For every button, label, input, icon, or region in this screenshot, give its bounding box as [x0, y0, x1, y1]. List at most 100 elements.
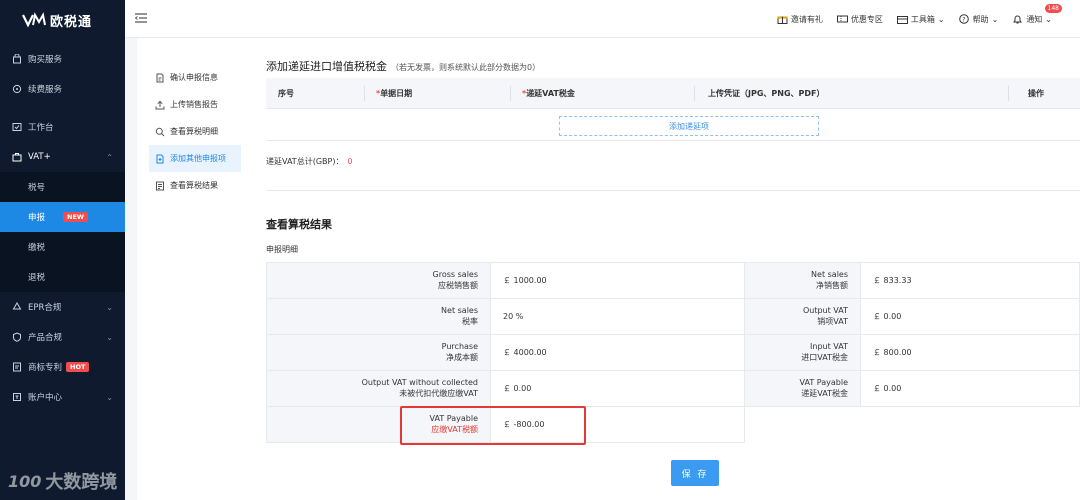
watermark-logo: 100: [8, 471, 42, 491]
chevron-down-icon: ⌄: [1045, 14, 1052, 24]
step-tax-detail[interactable]: 查看算税明细: [149, 118, 241, 145]
col-ops: 操作: [1028, 89, 1044, 98]
sidebar-item-declare[interactable]: 申报 NEW: [0, 202, 125, 232]
sidebar-item-label: 商标专利: [28, 363, 63, 373]
deferred-total: 递延VAT总计(GBP)： 0: [266, 156, 353, 167]
step-upload-report[interactable]: 上传销售报告: [149, 91, 241, 118]
deferred-total-value: 0: [347, 157, 353, 166]
step-label: 查看算税明细: [170, 127, 218, 136]
sidebar-item-renew[interactable]: 续费服务: [0, 74, 125, 104]
result-value-output-vat: ￡ 0.00: [860, 298, 1080, 335]
watermark-text: 大数跨境: [45, 472, 118, 493]
sidebar-item-epr[interactable]: EPR合规 ⌄: [0, 292, 125, 322]
label-en: Net sales: [441, 305, 478, 315]
step-confirm-info[interactable]: 确认申报信息: [149, 64, 241, 91]
chevron-down-icon: ⌄: [106, 332, 113, 342]
result-value-output-vat-uncollected: ￡ 0.00: [490, 370, 745, 407]
chevron-down-icon: ⌄: [106, 392, 113, 402]
sidebar-item-label: 购买服务: [28, 55, 63, 65]
step-label: 添加其他申报项: [170, 154, 226, 163]
help-menu[interactable]: ? 帮助 ⌄: [958, 14, 999, 25]
sidebar-item-product-compliance[interactable]: 产品合规 ⌄: [0, 322, 125, 352]
col-vat-label: 递延VAT税金: [526, 89, 575, 98]
watermark: 100 大数跨境: [8, 468, 117, 494]
trademark-icon: [12, 362, 22, 372]
sidebar-item-account[interactable]: 账户中心 ⌄: [0, 382, 125, 412]
col-seq: 序号: [278, 89, 294, 98]
label-cn: 净销售额: [816, 280, 848, 290]
label-cn: 递延VAT税金: [801, 388, 848, 398]
label-en: Output VAT: [802, 305, 848, 315]
result-label-tax-rate: Net sales 税率: [266, 298, 491, 335]
menu-collapse-icon[interactable]: [134, 13, 147, 23]
deferred-note: （若无发票，则系统默认此部分数据为0）: [391, 63, 541, 72]
toolbox-menu[interactable]: 工具箱 ⌄: [896, 14, 945, 25]
save-button[interactable]: 保 存: [671, 460, 719, 486]
label-cn: 进口VAT税金: [801, 352, 848, 362]
coupon-label: 优惠专区: [850, 14, 883, 24]
column-divider: [694, 86, 695, 101]
result-label-output-vat: Output VAT 销项VAT: [744, 298, 861, 335]
coupon-button[interactable]: 优惠专区: [836, 14, 883, 25]
label-en: Output VAT without collected: [361, 377, 478, 387]
result-value-tax-rate: 20 %: [490, 298, 745, 335]
sidebar-item-label: EPR合规: [28, 303, 62, 313]
bag-icon: [12, 54, 22, 64]
toolbox-label: 工具箱: [910, 14, 935, 24]
invite-button[interactable]: 邀请有礼: [777, 14, 823, 25]
sidebar-item-label: 产品合规: [28, 333, 63, 343]
sidebar-item-tax-number[interactable]: 税号: [0, 172, 125, 202]
renew-icon: [12, 84, 22, 94]
sidebar-item-trademark[interactable]: 商标专利 HOT: [0, 352, 125, 382]
deferred-table-header: 序号 * 单据日期 * 递延VAT税金 上传凭证（JPG、PNG、PDF） 操作: [266, 78, 1080, 109]
sidebar-item-label: 退税: [28, 273, 46, 283]
help-label: 帮助: [972, 14, 989, 24]
col-vat: * 递延VAT税金: [510, 78, 575, 109]
result-label-output-vat-uncollected: Output VAT without collected 未被代扣代缴应缴VAT: [266, 370, 491, 407]
deferred-section-title: 添加递延进口增值税税金 （若无发票，则系统默认此部分数据为0）: [266, 58, 540, 74]
app-name: 欧税通: [50, 14, 93, 30]
sidebar-item-buy[interactable]: 购买服务: [0, 44, 125, 74]
label-cn: 未被代扣代缴应缴VAT: [399, 388, 478, 398]
add-deferred-item-button[interactable]: 添加递延项: [559, 116, 819, 136]
notification-count-badge: 148: [1044, 3, 1062, 13]
label-en: Net sales: [811, 269, 848, 279]
gift-icon: [777, 14, 788, 24]
app-logo[interactable]: 欧税通: [0, 0, 125, 40]
result-value-gross-sales: ￡ 1000.00: [490, 262, 745, 299]
step-label: 查看算税结果: [170, 181, 218, 190]
step-list: 确认申报信息 上传销售报告 查看算税明细 添加其他申报项 查看算税结果: [149, 64, 241, 199]
step-tax-result[interactable]: 查看算税结果: [149, 172, 241, 199]
sidebar-item-workbench[interactable]: 工作台: [0, 112, 125, 142]
file-check-icon: [155, 73, 165, 83]
deferred-title: 添加递延进口增值税税金: [266, 60, 387, 73]
step-label: 上传销售报告: [170, 100, 218, 109]
col-date: * 单据日期: [364, 78, 412, 109]
sidebar-item-refund[interactable]: 退税: [0, 262, 125, 292]
toolbox-icon: [896, 14, 908, 24]
add-doc-icon: [155, 154, 165, 164]
result-value-input-vat: ￡ 800.00: [860, 334, 1080, 371]
sidebar-item-vat[interactable]: VAT+ ⌃: [0, 142, 125, 172]
shield-icon: [12, 332, 22, 342]
result-label-deferred-vat-payable: VAT Payable 递延VAT税金: [744, 370, 861, 407]
sidebar-item-label: 续费服务: [28, 85, 63, 95]
top-actions: 邀请有礼 优惠专区 工具箱 ⌄ ? 帮助 ⌄ 通知 ⌄ 148: [777, 0, 1068, 38]
sidebar-item-pay-tax[interactable]: 缴税: [0, 232, 125, 262]
bell-icon: [1012, 14, 1023, 24]
result-section-title: 查看算税结果: [266, 218, 332, 231]
search-doc-icon: [155, 127, 165, 137]
logo-mark-icon: [22, 12, 46, 28]
result-value-deferred-vat-payable: ￡ 0.00: [860, 370, 1080, 407]
result-value-net-sales: ￡ 833.33: [860, 262, 1080, 299]
label-en: Purchase: [441, 341, 478, 351]
ticket-icon: [836, 14, 848, 24]
notify-label: 通知: [1026, 14, 1043, 24]
help-icon: ?: [958, 14, 970, 24]
notify-menu[interactable]: 通知 ⌄ 148: [1012, 3, 1068, 25]
step-add-other[interactable]: 添加其他申报项: [149, 145, 241, 172]
desk-icon: [12, 122, 22, 132]
section-divider: [266, 190, 1080, 191]
account-icon: [12, 392, 22, 402]
chevron-down-icon: ⌄: [991, 14, 999, 24]
